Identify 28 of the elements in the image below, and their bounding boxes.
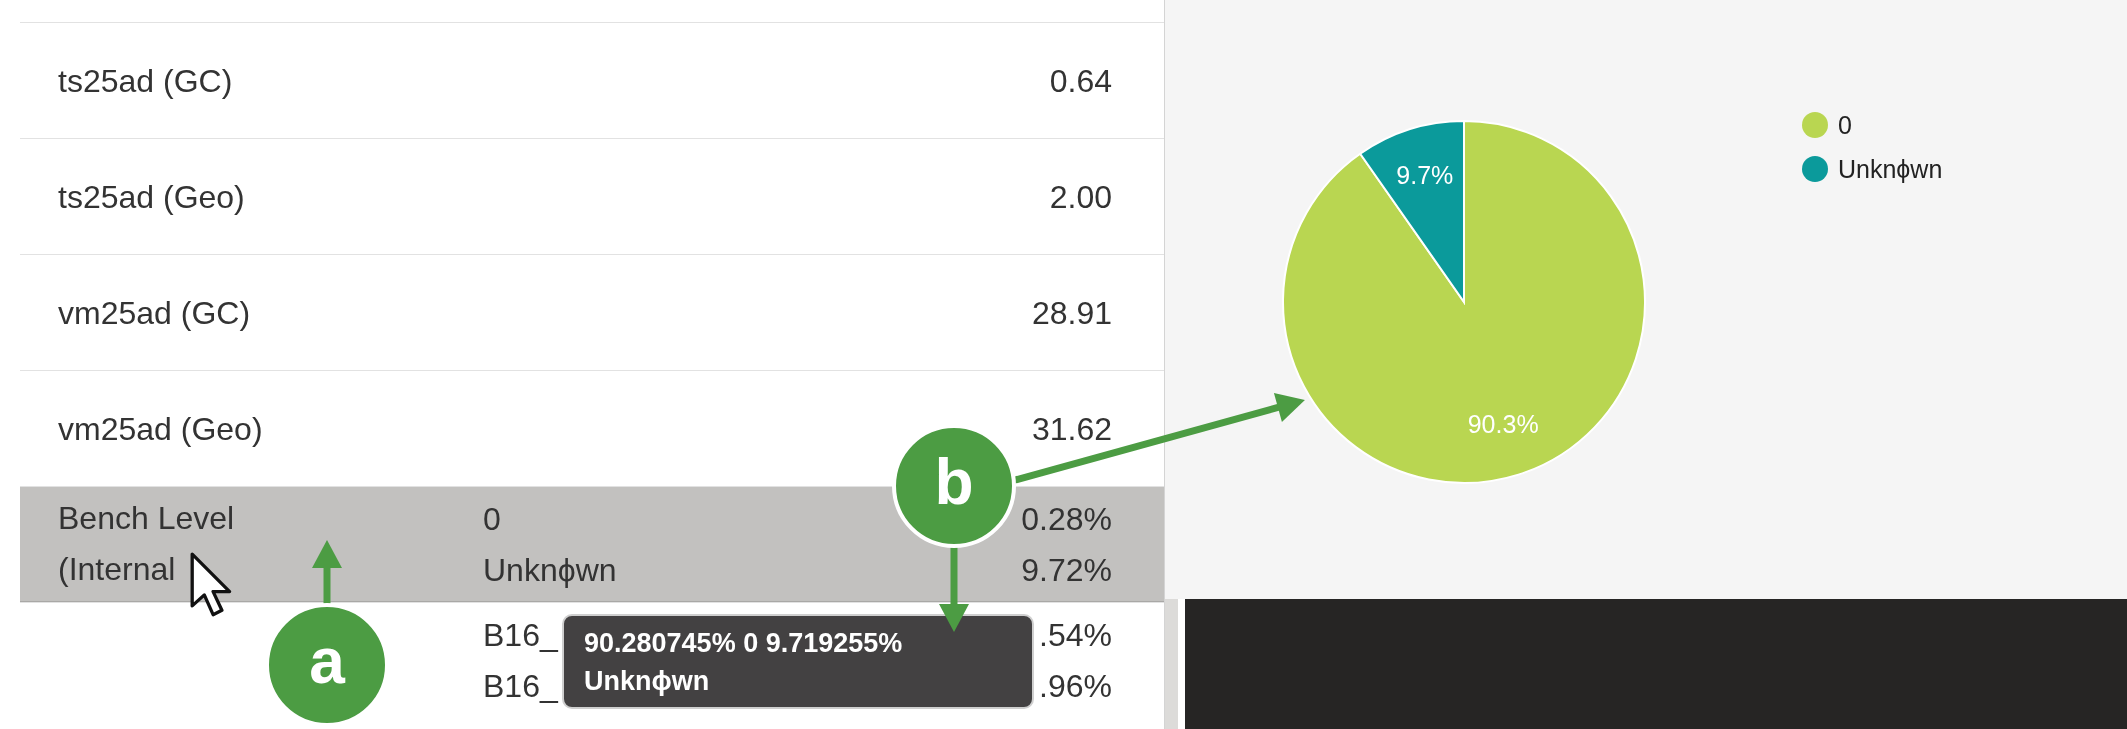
table-cell-text: 0 (483, 499, 501, 539)
table-cell-text: Bench Level (58, 499, 235, 538)
table-cell-text: 9.72% (1021, 550, 1112, 590)
table-cell-text: ts25ad (Geo) (58, 177, 245, 217)
pointer-arrow (312, 540, 342, 606)
table-cell-text: 0.64 (1049, 61, 1112, 101)
cursor-icon (190, 552, 234, 618)
table-cell-text: .54% (1039, 615, 1112, 655)
data-label: 9.7% (1396, 161, 1454, 190)
table-cell-text: 0.28% (1021, 499, 1112, 539)
table-cell-text: (Internal (58, 550, 176, 589)
scrollbar[interactable] (1165, 599, 1178, 729)
pie-slice[interactable] (1359, 120, 1465, 303)
table-cell-text: B16_ (483, 666, 558, 706)
pie-slice[interactable] (1282, 120, 1646, 484)
table-cell-text: 2.00 (1049, 177, 1112, 217)
table-cell-text: Unknϕwn (483, 550, 617, 590)
table-cell-text: .96% (1039, 666, 1112, 706)
table-cell-text: B16_ (483, 615, 558, 655)
tooltip: 90.280745% 0 9.719255% Unknϕwn (562, 614, 1034, 709)
table-cell-text: ts25ad (GC) (58, 61, 233, 101)
legend-label[interactable]: 0 (1838, 112, 1852, 138)
data-label: 90.3% (1467, 409, 1539, 438)
table-cell-text: vm25ad (GC) (58, 293, 251, 333)
table-cell-text: 28.91 (1031, 293, 1112, 333)
table-cell-text: 31.62 (1031, 409, 1112, 449)
table-cell-text: vm25ad (Geo) (58, 409, 263, 449)
legend-label[interactable]: Unknϕwn (1838, 156, 1943, 182)
